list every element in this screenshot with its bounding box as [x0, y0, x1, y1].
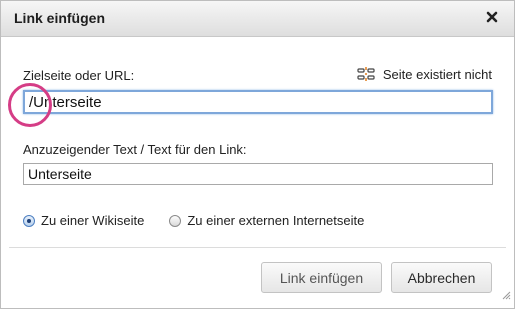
- radio-wiki-page[interactable]: Zu einer Wikiseite: [23, 213, 144, 228]
- link-insert-dialog: Link einfügen Zielseite oder URL: Seite …: [0, 0, 515, 309]
- broken-link-icon: [357, 67, 375, 81]
- radio-external-page-label: Zu einer externen Internetseite: [187, 213, 365, 228]
- page-status: Seite existiert nicht: [356, 66, 492, 82]
- annotation-highlight-circle: [8, 83, 52, 127]
- target-url-input[interactable]: [23, 90, 493, 114]
- radio-external-page-indicator[interactable]: [169, 214, 182, 227]
- close-icon[interactable]: [484, 9, 500, 25]
- resize-handle-icon[interactable]: [501, 287, 511, 305]
- radio-wiki-page-indicator[interactable]: [23, 214, 35, 227]
- radio-wiki-page-label: Zu einer Wikiseite: [41, 213, 145, 228]
- page-status-text: Seite existiert nicht: [382, 66, 492, 82]
- target-label: Zielseite oder URL:: [23, 68, 135, 83]
- display-text-label: Anzuzeigender Text / Text für den Link:: [23, 142, 247, 157]
- dialog-titlebar: Link einfügen: [1, 1, 514, 37]
- link-type-radio-group: Zu einer Wikiseite Zu einer externen Int…: [23, 213, 389, 228]
- radio-external-page[interactable]: Zu einer externen Internetseite: [169, 213, 364, 228]
- display-text-input[interactable]: [23, 163, 493, 185]
- dialog-title: Link einfügen: [14, 10, 105, 26]
- cancel-button[interactable]: Abbrechen: [391, 262, 492, 293]
- footer-divider: [9, 247, 506, 248]
- insert-link-button[interactable]: Link einfügen: [261, 262, 382, 293]
